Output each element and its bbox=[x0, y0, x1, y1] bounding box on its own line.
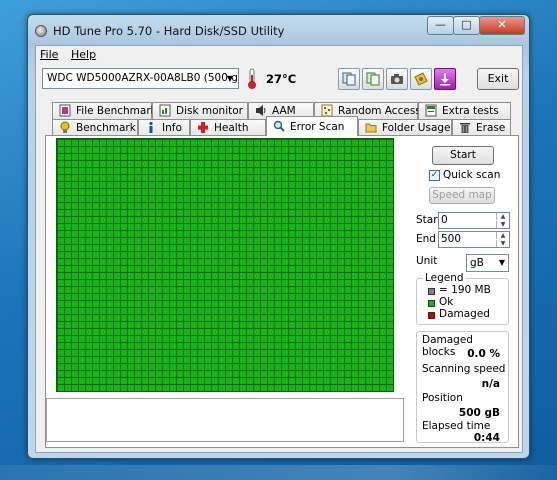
screenshot-camera-icon bbox=[391, 74, 403, 84]
menu-help[interactable]: Help bbox=[71, 48, 96, 61]
speed-map-button[interactable]: Speed map bbox=[429, 187, 495, 204]
save-download-icon bbox=[440, 73, 450, 86]
client-area: File Help WDC WD5000AZRX-00A8LB0 (500 gB… bbox=[35, 45, 523, 453]
position-value: 500 gB bbox=[458, 407, 500, 419]
desktop-taskbar-edge bbox=[0, 465, 557, 480]
menu-file[interactable]: File bbox=[40, 48, 58, 61]
legend-block-swatch bbox=[428, 288, 435, 295]
trash-icon bbox=[460, 123, 470, 133]
disk-monitor-icon bbox=[159, 104, 171, 117]
copy-text-icon bbox=[342, 72, 356, 86]
unit-select[interactable]: gB ▼ bbox=[466, 254, 509, 272]
chevron-down-icon[interactable]: ▼ bbox=[499, 255, 505, 271]
drive-select-value: WDC WD5000AZRX-00A8LB0 (500 gB) bbox=[47, 72, 239, 84]
tab-error-scan[interactable]: Error Scan bbox=[266, 116, 358, 136]
scan-block-map bbox=[56, 138, 394, 392]
legend-title: Legend bbox=[423, 272, 466, 284]
elapsed-time-value: 0:44 bbox=[473, 432, 500, 444]
tab-file-benchmark[interactable]: File Benchmark bbox=[52, 102, 157, 119]
tab-disk-monitor[interactable]: Disk monitor bbox=[152, 102, 248, 119]
health-cross-icon bbox=[198, 122, 208, 133]
spin-up-icon[interactable]: ▲ bbox=[496, 213, 509, 220]
info-icon bbox=[149, 121, 153, 133]
start-input[interactable]: 0 ▲ ▼ bbox=[438, 212, 510, 229]
exit-button[interactable]: Exit bbox=[477, 68, 519, 90]
menu-bar: File Help bbox=[36, 46, 522, 63]
scanning-speed-value: n/a bbox=[481, 378, 500, 390]
maximize-button[interactable]: □ bbox=[453, 16, 480, 35]
app-window: HD Tune Pro 5.70 - Hard Disk/SSD Utility… bbox=[27, 14, 530, 459]
spin-up-icon[interactable]: ▲ bbox=[496, 232, 509, 239]
copy-info-icon bbox=[366, 72, 380, 86]
title-bar[interactable]: HD Tune Pro 5.70 - Hard Disk/SSD Utility… bbox=[28, 15, 529, 45]
legend-ok-label: Ok bbox=[439, 296, 454, 308]
legend-ok-swatch bbox=[428, 300, 435, 307]
file-benchmark-icon bbox=[59, 104, 71, 117]
legend-damaged-label: Damaged bbox=[439, 308, 490, 320]
legend-block-size: = 190 MB bbox=[439, 284, 491, 296]
extra-tests-icon bbox=[425, 104, 437, 117]
chevron-down-icon[interactable]: ▼ bbox=[222, 69, 238, 88]
legend-group: Legend = 190 MB Ok Damaged bbox=[416, 272, 509, 325]
copy-text-button[interactable] bbox=[338, 68, 360, 90]
tab-benchmark[interactable]: Benchmark bbox=[52, 119, 138, 136]
spin-down-icon[interactable]: ▼ bbox=[496, 240, 509, 247]
drive-select[interactable]: WDC WD5000AZRX-00A8LB0 (500 gB) ▼ bbox=[42, 68, 239, 89]
options-icon bbox=[414, 72, 428, 86]
start-scan-button[interactable]: Start bbox=[432, 146, 494, 165]
error-scan-panel: Start ✓ Quick scan Speed map Start 0 ▲ ▼… bbox=[45, 135, 519, 448]
damaged-blocks-value: 0.0 % bbox=[467, 348, 500, 360]
elapsed-time-label: Elapsed time bbox=[422, 420, 491, 432]
temperature-readout: 27°C bbox=[266, 72, 297, 86]
scan-stats-group: Damaged blocks 0.0 % Scanning speed n/a … bbox=[416, 331, 509, 444]
window-title: HD Tune Pro 5.70 - Hard Disk/SSD Utility bbox=[53, 24, 285, 38]
magnifier-icon bbox=[273, 120, 285, 132]
app-icon[interactable] bbox=[35, 25, 47, 37]
tab-health[interactable]: Health bbox=[190, 119, 266, 136]
spin-down-icon[interactable]: ▼ bbox=[496, 221, 509, 228]
scan-log-box bbox=[46, 398, 404, 442]
unit-label: Unit bbox=[416, 255, 438, 267]
copy-info-button[interactable] bbox=[362, 68, 384, 90]
thermometer-icon bbox=[248, 68, 256, 89]
tab-folder-usage[interactable]: Folder Usage bbox=[358, 119, 452, 136]
tab-info[interactable]: Info bbox=[138, 119, 190, 136]
end-field-label: End bbox=[416, 233, 436, 245]
folder-icon bbox=[365, 123, 377, 133]
end-input[interactable]: 500 ▲ ▼ bbox=[438, 231, 510, 248]
legend-damaged-swatch bbox=[428, 312, 435, 319]
save-button[interactable] bbox=[434, 68, 456, 90]
quick-scan-label: Quick scan bbox=[443, 169, 501, 181]
position-label: Position bbox=[422, 392, 463, 404]
minimize-button[interactable]: — bbox=[427, 16, 454, 35]
options-button[interactable] bbox=[410, 68, 432, 90]
screenshot-button[interactable] bbox=[386, 68, 408, 90]
tab-extra-tests[interactable]: Extra tests bbox=[418, 102, 511, 119]
scanning-speed-label: Scanning speed bbox=[422, 363, 506, 375]
tab-erase[interactable]: Erase bbox=[452, 119, 511, 136]
quick-scan-checkbox[interactable]: ✓ bbox=[429, 170, 440, 181]
close-button[interactable]: ✕ bbox=[479, 16, 525, 35]
lightbulb-icon bbox=[60, 121, 70, 133]
